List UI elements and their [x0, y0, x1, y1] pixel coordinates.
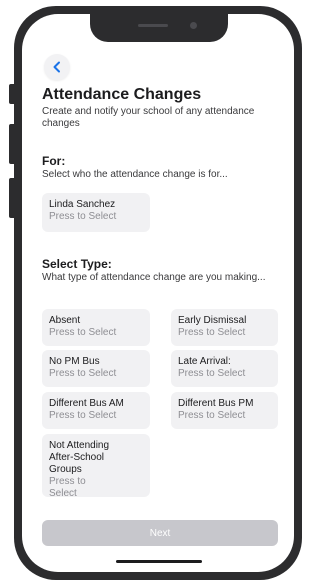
page-title: Attendance Changes	[42, 86, 202, 103]
back-button[interactable]	[44, 54, 70, 80]
speaker	[138, 24, 168, 27]
camera	[190, 22, 197, 29]
option-label: Different Bus AM	[49, 398, 124, 409]
option-label: Not Attending After-School Groups	[49, 440, 110, 475]
option-different-bus-am[interactable]: Different Bus AM Press to Select	[42, 392, 150, 429]
type-section-instruction: What type of attendance change are you m…	[42, 272, 266, 283]
option-hint: Press to Select	[49, 410, 117, 421]
notch	[90, 14, 228, 42]
type-section-title: Select Type:	[42, 257, 112, 271]
option-hint: Press to Select	[49, 476, 86, 499]
phone-frame: Attendance Changes Create and notify you…	[14, 6, 302, 580]
app-screen: Attendance Changes Create and notify you…	[22, 14, 294, 572]
option-not-attending-after-school-groups[interactable]: Not Attending After-School Groups Press …	[42, 434, 150, 499]
home-indicator	[116, 560, 202, 563]
option-no-pm-bus[interactable]: No PM Bus Press to Select	[42, 350, 150, 387]
option-label: Early Dismissal	[178, 315, 247, 326]
chevron-left-icon	[53, 61, 60, 73]
option-hint: Press to Select	[49, 368, 117, 379]
student-hint: Press to Select	[49, 211, 117, 222]
for-section-title: For:	[42, 154, 66, 168]
student-select-card[interactable]: Linda Sanchez Press to Select	[42, 193, 150, 232]
for-section-instruction: Select who the attendance change is for.…	[42, 169, 228, 180]
option-hint: Press to Select	[178, 368, 246, 379]
option-label: Different Bus PM	[178, 398, 254, 409]
student-name: Linda Sanchez	[49, 199, 116, 210]
next-button[interactable]: Next	[42, 520, 278, 546]
option-hint: Press to Select	[178, 327, 246, 338]
option-label: Late Arrival:	[178, 356, 231, 367]
option-hint: Press to Select	[178, 410, 246, 421]
option-early-dismissal[interactable]: Early Dismissal Press to Select	[171, 309, 278, 346]
option-label: Absent	[49, 315, 81, 326]
page-subtitle: Create and notify your school of any att…	[42, 106, 255, 129]
option-hint: Press to Select	[49, 327, 117, 338]
option-late-arrival[interactable]: Late Arrival: Press to Select	[171, 350, 278, 387]
option-different-bus-pm[interactable]: Different Bus PM Press to Select	[171, 392, 278, 429]
option-absent[interactable]: Absent Press to Select	[42, 309, 150, 346]
option-label: No PM Bus	[49, 356, 100, 367]
